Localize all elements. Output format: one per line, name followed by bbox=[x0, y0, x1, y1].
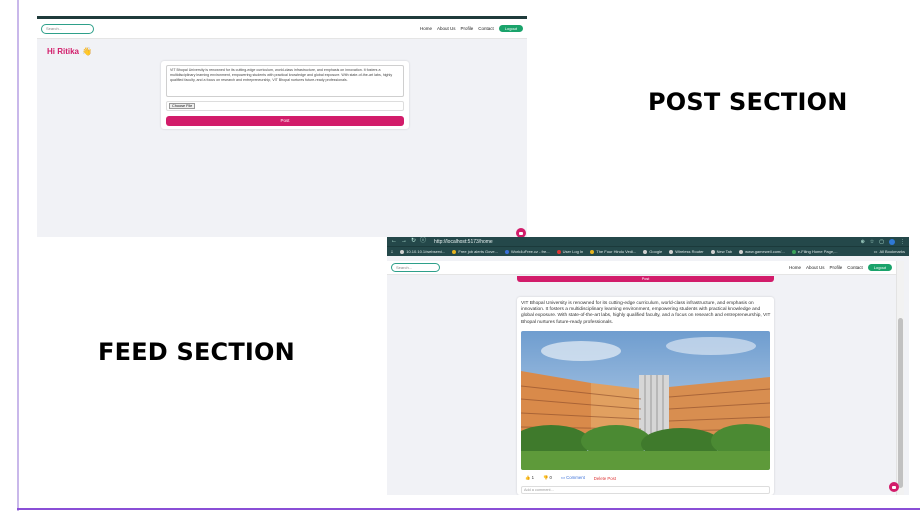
post-button[interactable]: Post bbox=[517, 276, 774, 282]
bookmarks-bar: ⁞⁞ 10.10.10.1/webservi... Free job alert… bbox=[387, 246, 909, 256]
navbar: Search... Home About Us Profile Contact … bbox=[387, 261, 896, 275]
favicon-icon bbox=[452, 249, 457, 254]
bookmark-label: The Four Hindu Vedi... bbox=[596, 249, 637, 254]
back-icon[interactable]: ← bbox=[391, 237, 397, 246]
logout-button[interactable]: Logout bbox=[867, 264, 892, 271]
bookmark-label: Free job alerts Gove... bbox=[458, 249, 498, 254]
post-section-screenshot: Search... Home About Us Profile Contact … bbox=[37, 16, 527, 237]
bookmark-label: e-Filing Home Page,... bbox=[797, 249, 838, 254]
bookmark-label: Google bbox=[649, 249, 663, 254]
url-field[interactable]: http://localhost:5173/home bbox=[434, 239, 493, 245]
nav-home[interactable]: Home bbox=[420, 26, 432, 31]
profile-avatar-icon[interactable] bbox=[889, 238, 895, 245]
reload-icon[interactable]: ↻ bbox=[411, 237, 416, 246]
favicon-icon bbox=[710, 249, 715, 254]
scrollbar[interactable] bbox=[896, 261, 904, 495]
extensions-icon[interactable]: ▢ bbox=[879, 239, 884, 245]
nav-links: Home About Us Profile Contact Logout bbox=[789, 264, 892, 271]
all-bookmarks-label: All Bookmarks bbox=[879, 249, 905, 254]
bookmark-label: Work4uFree.cz - fre... bbox=[510, 249, 550, 254]
apps-icon[interactable]: ⁞⁞ bbox=[391, 249, 393, 254]
greeting: Hi Ritika 👋 bbox=[47, 47, 92, 56]
browser-actions: ⊕ ☆ ▢ ⋮ bbox=[861, 238, 905, 245]
nav-home[interactable]: Home bbox=[789, 265, 801, 270]
bookmark-item[interactable]: Google bbox=[643, 249, 662, 254]
comment-label: Comment bbox=[566, 475, 585, 480]
bookmark-label: www.gamewell.com/... bbox=[745, 249, 785, 254]
nav-contact[interactable]: Contact bbox=[847, 265, 863, 270]
menu-icon[interactable]: ⋮ bbox=[900, 239, 905, 245]
bookmark-label: User Log In bbox=[562, 249, 584, 254]
folder-icon: ▭ bbox=[873, 249, 878, 254]
bookmark-item[interactable]: The Four Hindu Vedi... bbox=[590, 249, 636, 254]
bookmark-star-icon[interactable]: ☆ bbox=[870, 239, 874, 245]
comment-input[interactable]: Add a comment... bbox=[521, 486, 770, 494]
favicon-icon bbox=[400, 249, 405, 254]
forward-icon[interactable]: → bbox=[401, 237, 407, 246]
all-bookmarks[interactable]: ▭ All Bookmarks bbox=[874, 249, 905, 254]
bookmark-item[interactable]: New Tab bbox=[710, 249, 733, 254]
nav-contact[interactable]: Contact bbox=[478, 26, 494, 31]
nav-links: Home About Us Profile Contact Logout bbox=[420, 25, 523, 32]
search-input[interactable]: Search... bbox=[391, 263, 440, 272]
bookmark-item[interactable]: Free job alerts Gove... bbox=[452, 249, 498, 254]
post-section-label: POST SECTION bbox=[648, 88, 848, 116]
choose-file-button[interactable]: Choose File bbox=[169, 103, 196, 109]
nav-about[interactable]: About Us bbox=[437, 26, 456, 31]
post-actions: 👍 1 👎 0 ▭ Comment Delete Post bbox=[525, 475, 616, 481]
bookmark-label: 10.10.10.1/webservi... bbox=[406, 249, 446, 254]
post-textarea[interactable]: VIT Bhopal University is renowned for it… bbox=[166, 65, 404, 97]
search-input[interactable]: Search... bbox=[41, 23, 94, 34]
post-button[interactable]: Post bbox=[166, 116, 404, 126]
dislike-count: 0 bbox=[549, 475, 552, 480]
presentation-slide: Search... Home About Us Profile Contact … bbox=[0, 0, 920, 511]
browser-address-bar: ← → ↻ ⓘ http://localhost:5173/home ⊕ ☆ ▢… bbox=[387, 237, 909, 246]
feed-section-label: FEED SECTION bbox=[98, 338, 295, 366]
file-input[interactable]: Choose File bbox=[166, 101, 404, 111]
favicon-icon bbox=[556, 249, 561, 254]
bookmark-item[interactable]: www.gamewell.com/... bbox=[739, 249, 785, 254]
post-image bbox=[521, 331, 770, 470]
favicon-icon bbox=[590, 249, 595, 254]
delete-post-button[interactable]: Delete Post bbox=[594, 476, 616, 481]
logout-button[interactable]: Logout bbox=[498, 25, 523, 32]
greeting-text: Hi Ritika bbox=[47, 47, 80, 56]
post-body: VIT Bhopal University is renowned for it… bbox=[521, 301, 771, 325]
favicon-icon bbox=[669, 249, 674, 254]
nav-profile[interactable]: Profile bbox=[829, 265, 842, 270]
bookmark-label: Wireless Router bbox=[675, 249, 704, 254]
bookmark-item[interactable]: Wireless Router bbox=[669, 249, 704, 254]
bookmark-item[interactable]: Work4uFree.cz - fre... bbox=[504, 249, 550, 254]
zoom-icon[interactable]: ⊕ bbox=[861, 239, 865, 245]
wave-icon: 👋 bbox=[82, 47, 92, 56]
thumbs-down-icon: 👎 bbox=[542, 475, 549, 480]
favicon-icon bbox=[643, 249, 648, 254]
bookmark-item[interactable]: User Log In bbox=[556, 249, 584, 254]
site-info-icon[interactable]: ⓘ bbox=[420, 237, 426, 246]
chat-icon[interactable] bbox=[889, 482, 899, 492]
left-border bbox=[17, 0, 19, 511]
nav-profile[interactable]: Profile bbox=[460, 26, 473, 31]
comment-button[interactable]: ▭ Comment bbox=[561, 475, 585, 481]
feed-post-card: VIT Bhopal University is renowned for it… bbox=[517, 297, 774, 495]
navbar: Search... Home About Us Profile Contact … bbox=[37, 19, 527, 39]
create-post-card: VIT Bhopal University is renowned for it… bbox=[161, 61, 409, 129]
favicon-icon bbox=[739, 249, 744, 254]
scrollbar-thumb[interactable] bbox=[898, 318, 903, 488]
like-count: 1 bbox=[531, 475, 534, 480]
thumbs-up-icon: 👍 bbox=[525, 475, 531, 480]
nav-about[interactable]: About Us bbox=[806, 265, 825, 270]
favicon-icon bbox=[504, 249, 509, 254]
bookmark-item[interactable]: 10.10.10.1/webservi... bbox=[400, 249, 445, 254]
bookmark-item[interactable]: e-Filing Home Page,... bbox=[791, 249, 838, 254]
dislike-button[interactable]: 👎 0 bbox=[543, 475, 552, 481]
like-button[interactable]: 👍 1 bbox=[525, 475, 534, 481]
bottom-border bbox=[17, 508, 920, 510]
bookmark-label: New Tab bbox=[716, 249, 733, 254]
campus-building-photo bbox=[521, 331, 770, 470]
comment-icon: ▭ bbox=[560, 475, 565, 480]
favicon-icon bbox=[791, 249, 796, 254]
feed-section-screenshot: ← → ↻ ⓘ http://localhost:5173/home ⊕ ☆ ▢… bbox=[387, 237, 909, 495]
